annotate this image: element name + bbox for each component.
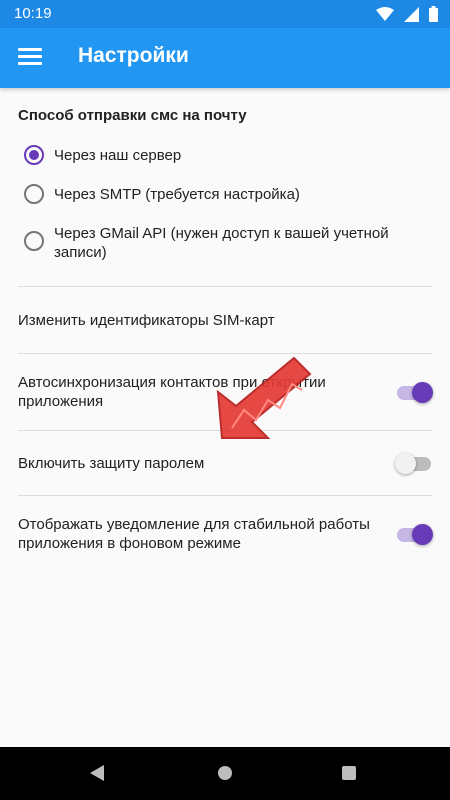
pref-persistent-notification[interactable]: Отображать уведомление для стабильной ра… <box>0 496 450 576</box>
pref-label: Изменить идентификаторы SIM-карт <box>18 312 275 329</box>
app-bar: Настройки <box>0 28 450 88</box>
pref-change-sim-ids[interactable]: Изменить идентификаторы SIM-карт <box>0 287 450 353</box>
radio-button-unchecked-icon[interactable] <box>24 184 44 204</box>
pref-password-protection[interactable]: Включить защиту паролем <box>0 431 450 495</box>
notification-toggle-switch[interactable] <box>395 522 435 546</box>
radio-label: Через наш сервер <box>54 147 182 164</box>
radio-label: Через GMail API (нужен доступ к вашей уч… <box>54 225 389 261</box>
recent-apps-icon[interactable] <box>336 760 362 786</box>
status-time: 10:19 <box>14 5 52 22</box>
wifi-icon <box>376 6 394 21</box>
radio-button-checked-icon[interactable] <box>24 145 44 165</box>
status-bar: 10:19 <box>0 0 450 28</box>
pref-label: Отображать уведомление для стабильной ра… <box>18 516 370 552</box>
radio-option-smtp[interactable]: Через SMTP (требуется настройка) <box>0 179 450 209</box>
pref-autosync-contacts[interactable]: Автосинхронизация контактов при открытии… <box>0 354 450 430</box>
pref-label: Автосинхронизация контактов при открытии… <box>18 374 326 410</box>
battery-icon <box>429 6 438 22</box>
radio-option-gmail-api[interactable]: Через GMail API (нужен доступ к вашей уч… <box>0 221 450 265</box>
radio-button-unchecked-icon[interactable] <box>24 231 44 251</box>
back-icon[interactable] <box>86 760 112 786</box>
navigation-bar <box>0 747 450 800</box>
home-icon[interactable] <box>212 760 238 786</box>
cellular-signal-icon <box>404 6 419 22</box>
pref-label: Включить защиту паролем <box>18 455 205 472</box>
password-toggle-switch[interactable] <box>395 451 435 475</box>
hamburger-menu-icon[interactable] <box>18 48 42 68</box>
radio-label: Через SMTP (требуется настройка) <box>54 186 300 203</box>
section-title-sms-method: Способ отправки смс на почту <box>18 107 247 124</box>
page-title: Настройки <box>78 44 189 67</box>
autosync-toggle-switch[interactable] <box>395 380 435 404</box>
radio-option-our-server[interactable]: Через наш сервер <box>0 140 450 170</box>
status-icons <box>376 6 438 22</box>
